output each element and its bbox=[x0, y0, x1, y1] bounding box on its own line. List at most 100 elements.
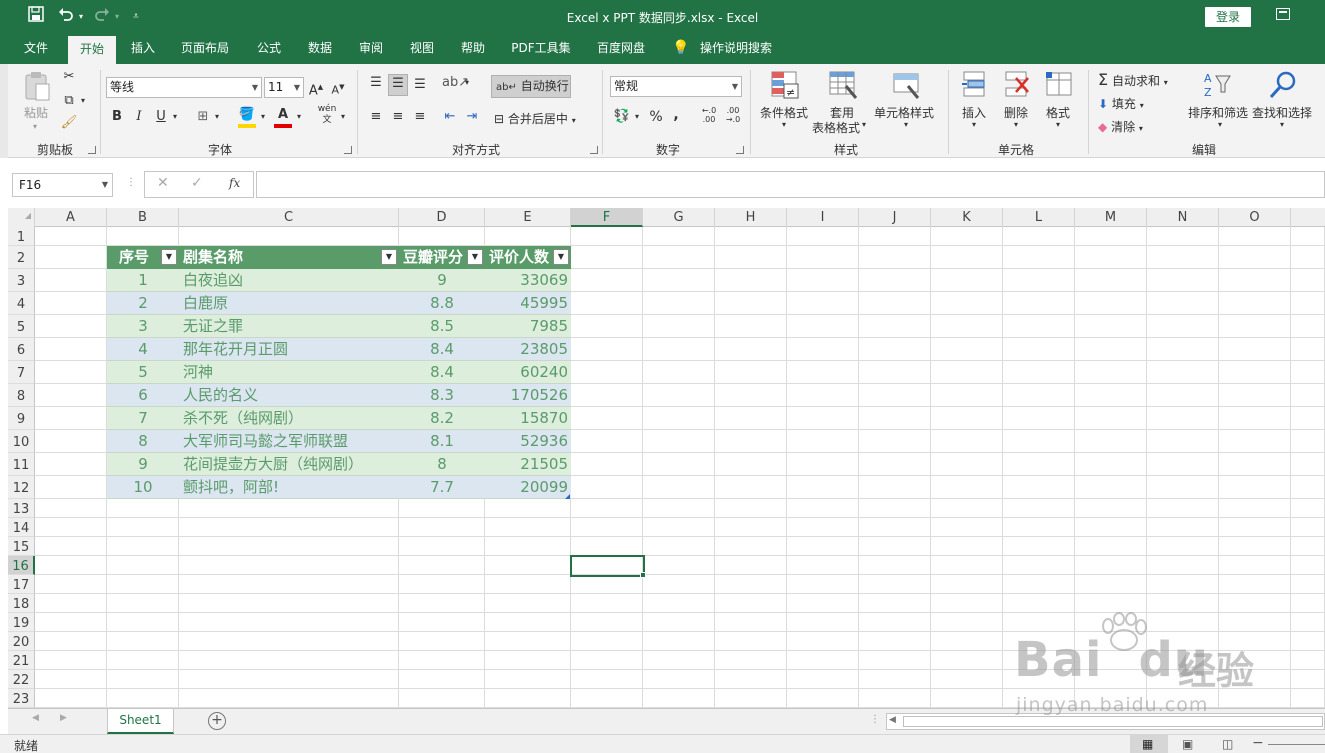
conditional-formatting-icon[interactable]: ≠ bbox=[770, 70, 800, 100]
table-header-cell[interactable]: 序号 ▼ bbox=[107, 246, 179, 269]
format-as-table-icon[interactable] bbox=[828, 70, 858, 100]
row-header-17[interactable]: 17 bbox=[8, 575, 35, 594]
insert-dropdown-icon[interactable]: ▾ bbox=[972, 120, 976, 129]
row-header-4[interactable]: 4 bbox=[8, 292, 35, 315]
normal-view-button[interactable]: ▦ bbox=[1130, 735, 1168, 753]
row-header-13[interactable]: 13 bbox=[8, 499, 35, 518]
delete-dropdown-icon[interactable]: ▾ bbox=[1014, 120, 1018, 129]
filter-dropdown-icon[interactable]: ▼ bbox=[467, 249, 483, 265]
column-header-c[interactable]: C bbox=[179, 208, 399, 227]
login-button[interactable]: 登录 bbox=[1205, 7, 1251, 27]
comma-style-button[interactable]: , bbox=[670, 106, 682, 124]
paste-icon[interactable] bbox=[22, 70, 52, 101]
increase-decimal-icon[interactable]: ←.0.00 bbox=[698, 106, 720, 124]
column-header-f[interactable]: F bbox=[571, 208, 643, 227]
table-cell[interactable]: 人民的名义 bbox=[179, 384, 399, 407]
row-header-11[interactable]: 11 bbox=[8, 453, 35, 476]
column-header-l[interactable]: L bbox=[1003, 208, 1075, 227]
format-cells-label[interactable]: 格式 bbox=[1046, 104, 1070, 121]
column-header-b[interactable]: B bbox=[107, 208, 179, 227]
row-header-12[interactable]: 12 bbox=[8, 476, 35, 499]
tab-formulas[interactable]: 公式 bbox=[248, 34, 290, 64]
font-size-select[interactable]: 11 ▼ bbox=[264, 77, 304, 98]
underline-dropdown-icon[interactable]: ▾ bbox=[170, 108, 180, 126]
table-cell[interactable]: 7.7 bbox=[399, 476, 485, 499]
decrease-decimal-icon[interactable]: .00 →.0 bbox=[722, 106, 744, 124]
table-cell[interactable]: 8 bbox=[399, 453, 485, 476]
table-cell[interactable]: 8.1 bbox=[399, 430, 485, 453]
table-header-cell[interactable]: 剧集名称 ▼ bbox=[179, 246, 399, 269]
table-cell[interactable]: 颤抖吧，阿部! bbox=[179, 476, 399, 499]
row-header-23[interactable]: 23 bbox=[8, 689, 35, 708]
table-cell[interactable]: 河神 bbox=[179, 361, 399, 384]
table-cell[interactable]: 那年花开月正圆 bbox=[179, 338, 399, 361]
table-cell[interactable]: 白夜追凶 bbox=[179, 269, 399, 292]
formula-bar-resize-icon[interactable]: ⋮ bbox=[126, 177, 136, 188]
table-cell[interactable]: 10 bbox=[107, 476, 179, 499]
orientation-icon[interactable]: ab↗ bbox=[442, 74, 469, 92]
sort-filter-label[interactable]: 排序和筛选 bbox=[1188, 104, 1248, 121]
copy-icon[interactable]: ⧉ bbox=[60, 92, 78, 110]
table-cell[interactable]: 9 bbox=[107, 453, 179, 476]
align-left-icon[interactable]: ≡ bbox=[366, 108, 386, 126]
column-header-h[interactable]: H bbox=[715, 208, 787, 227]
conditional-formatting-label[interactable]: 条件格式 bbox=[760, 104, 808, 121]
table-header-cell[interactable]: 豆瓣评分 ▼ bbox=[399, 246, 485, 269]
page-layout-view-icon[interactable]: ▣ bbox=[1182, 737, 1193, 751]
fill-color-dropdown-icon[interactable]: ▾ bbox=[258, 108, 268, 126]
number-format-select[interactable]: 常规 ▼ bbox=[610, 76, 742, 97]
column-header-d[interactable]: D bbox=[399, 208, 485, 227]
format-painter-icon[interactable]: 🖌 bbox=[60, 114, 78, 132]
cancel-icon[interactable]: ✕ bbox=[157, 175, 169, 191]
scroll-left-arrow-icon[interactable]: ◀ bbox=[889, 715, 896, 725]
wrap-text-button[interactable]: ab↵ 自动换行 bbox=[491, 75, 571, 98]
table-cell[interactable]: 9 bbox=[399, 269, 485, 292]
underline-button[interactable]: U bbox=[154, 108, 168, 126]
tab-file[interactable]: 文件 bbox=[14, 34, 58, 64]
zoom-slider[interactable] bbox=[1268, 744, 1325, 745]
sheet-tab-sheet1[interactable]: Sheet1 bbox=[107, 709, 174, 734]
font-name-select[interactable]: 等线 ▼ bbox=[106, 77, 262, 98]
paste-dropdown-icon[interactable]: ▾ bbox=[33, 122, 37, 131]
accounting-dropdown-icon[interactable]: ▾ bbox=[632, 108, 642, 126]
scroll-left-icon[interactable]: ◀ bbox=[32, 713, 39, 723]
find-select-label[interactable]: 查找和选择 bbox=[1252, 104, 1312, 121]
conditional-dropdown-icon[interactable]: ▾ bbox=[782, 120, 786, 129]
font-launcher-icon[interactable] bbox=[344, 146, 352, 154]
delete-cells-icon[interactable] bbox=[1002, 70, 1032, 100]
font-color-dropdown-icon[interactable]: ▾ bbox=[294, 108, 304, 126]
merge-center-button[interactable]: ⊟ 合并后居中 ▾ bbox=[494, 110, 576, 127]
accounting-format-icon[interactable]: 💱 bbox=[612, 108, 632, 126]
scroll-right-icon[interactable]: ▶ bbox=[60, 713, 67, 723]
column-header-j[interactable]: J bbox=[859, 208, 931, 227]
row-header-6[interactable]: 6 bbox=[8, 338, 35, 361]
autosum-button[interactable]: Σ 自动求和 ▾ bbox=[1098, 70, 1168, 89]
enter-icon[interactable]: ✓ bbox=[191, 175, 203, 191]
row-header-7[interactable]: 7 bbox=[8, 361, 35, 384]
page-break-preview-icon[interactable]: ◫ bbox=[1222, 737, 1233, 751]
align-middle-icon[interactable]: ☰ bbox=[388, 74, 408, 96]
row-header-10[interactable]: 10 bbox=[8, 430, 35, 453]
column-header-k[interactable]: K bbox=[931, 208, 1003, 227]
table-cell[interactable]: 8.8 bbox=[399, 292, 485, 315]
row-header-2[interactable]: 2 bbox=[8, 246, 35, 269]
table-cell[interactable]: 3 bbox=[107, 315, 179, 338]
column-header-e[interactable]: E bbox=[485, 208, 571, 227]
align-center-icon[interactable]: ≡ bbox=[388, 108, 408, 126]
align-top-icon[interactable]: ☰ bbox=[366, 74, 386, 92]
cut-icon[interactable]: ✂ bbox=[60, 68, 78, 86]
format-dropdown-icon[interactable]: ▾ bbox=[1056, 120, 1060, 129]
row-header-19[interactable]: 19 bbox=[8, 613, 35, 632]
font-color-icon[interactable]: A bbox=[274, 106, 292, 128]
find-select-icon[interactable] bbox=[1268, 70, 1298, 100]
increase-indent-icon[interactable]: ⇥ bbox=[462, 108, 482, 126]
fill-color-icon[interactable]: 🪣 bbox=[238, 106, 256, 128]
table-cell[interactable]: 33069 bbox=[485, 269, 571, 292]
borders-icon[interactable]: ⊞ bbox=[194, 108, 212, 126]
table-cell[interactable]: 8.2 bbox=[399, 407, 485, 430]
table-cell[interactable]: 花间提壶方大厨（纯网剧） bbox=[179, 453, 399, 476]
phonetic-dropdown-icon[interactable]: ▾ bbox=[338, 108, 348, 126]
row-header-22[interactable]: 22 bbox=[8, 670, 35, 689]
format-as-table-dropdown-icon[interactable]: ▾ bbox=[862, 120, 866, 129]
row-header-5[interactable]: 5 bbox=[8, 315, 35, 338]
